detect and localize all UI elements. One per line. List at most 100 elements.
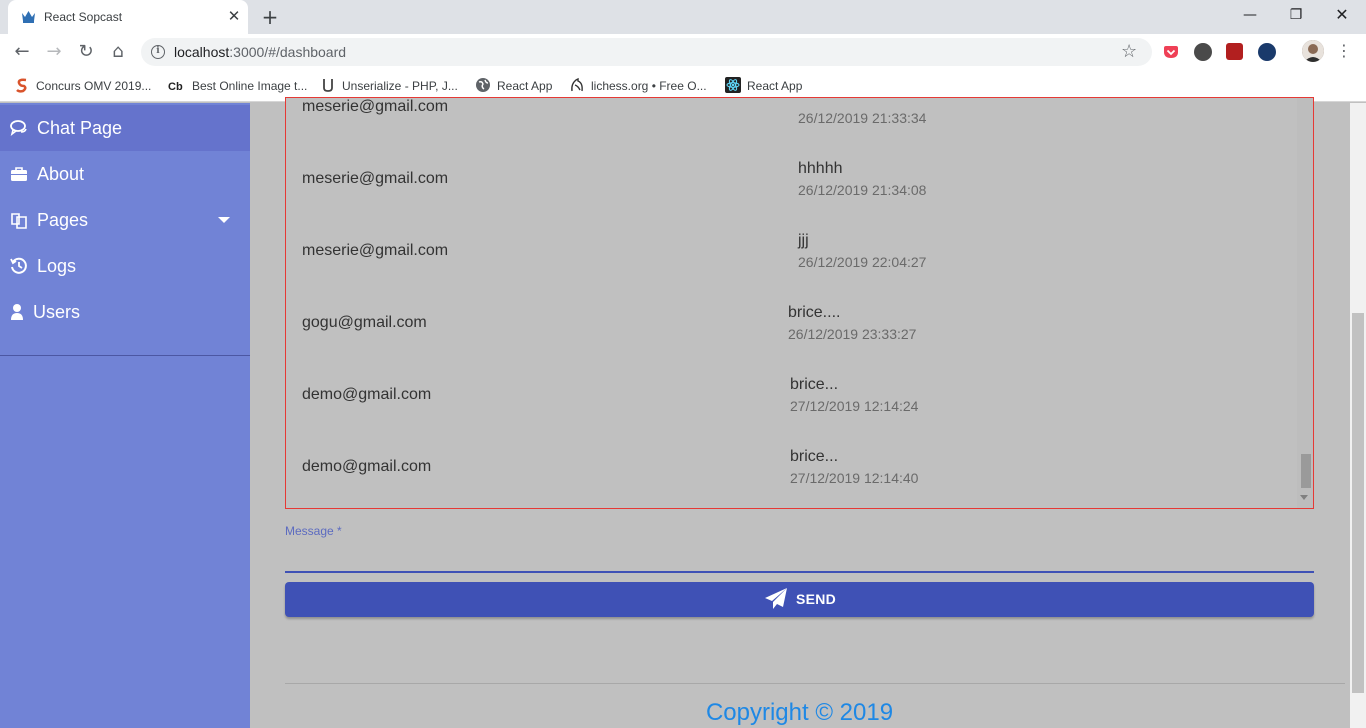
message-input[interactable] xyxy=(285,543,1314,573)
app-root: Chat Page About Pages Logs Users meserie… xyxy=(0,97,1366,728)
browser-tab[interactable]: React Sopcast ✕ xyxy=(8,0,248,34)
message-sender: meserie@gmail.com xyxy=(302,98,449,115)
message-sender: demo@gmail.com xyxy=(302,386,432,403)
message-field-label: Message * xyxy=(285,524,342,538)
sidebar-item-label: Pages xyxy=(37,210,89,230)
sidebar-item-chat-page[interactable]: Chat Page xyxy=(0,105,250,151)
s-logo-icon xyxy=(16,78,27,93)
message-text: brice... xyxy=(790,448,839,465)
message-timestamp: 27/12/2019 12:14:40 xyxy=(790,470,919,486)
url-text[interactable]: localhost:3000/#/dashboard xyxy=(174,44,346,60)
files-icon xyxy=(11,213,27,229)
sidebar-item-logs[interactable]: Logs xyxy=(0,243,250,289)
sidebar-divider xyxy=(0,355,250,356)
bookmark-label: lichess.org • Free O... xyxy=(591,79,707,93)
message-timestamp: 26/12/2019 23:33:27 xyxy=(788,326,917,342)
message-sender: demo@gmail.com xyxy=(302,458,432,475)
message-text: hhhhh xyxy=(798,160,843,177)
site-info-icon[interactable]: i xyxy=(151,45,165,59)
window-minimize-icon[interactable]: — xyxy=(1230,4,1270,26)
chat-icon xyxy=(10,120,27,136)
message-timestamp: 27/12/2019 12:14:24 xyxy=(790,398,919,414)
main-content: meserie@gmail.com 26/12/2019 21:33:34 me… xyxy=(250,97,1350,728)
darkreader-extension-icon[interactable] xyxy=(1194,43,1212,61)
paper-plane-icon xyxy=(765,588,787,609)
window-close-icon[interactable]: ✕ xyxy=(1322,4,1362,26)
send-button[interactable]: SEND xyxy=(285,582,1314,617)
caret-down-icon xyxy=(218,217,230,223)
profile-avatar[interactable] xyxy=(1302,40,1324,62)
message-sender: meserie@gmail.com xyxy=(302,170,449,187)
bookmark-lichess[interactable]: lichess.org • Free O... xyxy=(569,76,707,96)
bookmark-image-tools[interactable]: Cb Best Online Image t... xyxy=(168,76,307,96)
window-restore-icon[interactable]: ❐ xyxy=(1276,4,1316,26)
page-scroll-thumb[interactable] xyxy=(1352,313,1364,693)
message-text: jjj xyxy=(798,232,809,249)
footer-divider xyxy=(285,683,1345,684)
bookmark-label: Concurs OMV 2019... xyxy=(36,79,152,93)
message-timestamp: 26/12/2019 21:34:08 xyxy=(798,182,927,198)
bookmark-unserialize[interactable]: Unserialize - PHP, J... xyxy=(320,76,458,96)
history-icon xyxy=(10,257,27,274)
browser-tab-bar: React Sopcast ✕ + — ❐ ✕ xyxy=(0,0,1366,34)
crown-favicon-icon xyxy=(22,11,35,23)
back-arrow-icon[interactable]: ← xyxy=(10,40,34,64)
globe-icon xyxy=(476,78,490,92)
message-text: brice.... xyxy=(788,304,841,321)
bookmark-label: React App xyxy=(497,79,553,93)
bookmark-react-app-1[interactable]: React App xyxy=(475,76,552,96)
chat-message: gogu@gmail.com brice.... 26/12/2019 23:3… xyxy=(286,280,1296,352)
sidebar: Chat Page About Pages Logs Users xyxy=(0,103,250,728)
message-text: brice... xyxy=(790,376,839,393)
browser-toolbar: ← → ↻ ⌂ i localhost:3000/#/dashboard ☆ ⋮ xyxy=(0,34,1366,70)
message-timestamp: 26/12/2019 22:04:27 xyxy=(798,254,927,270)
bookmark-react-app-2[interactable]: React App xyxy=(725,76,802,96)
cb-logo-icon: Cb xyxy=(168,81,183,93)
message-list-scroll-thumb[interactable] xyxy=(1301,454,1311,488)
sidebar-item-users[interactable]: Users xyxy=(0,289,250,335)
bookmark-label: Unserialize - PHP, J... xyxy=(342,79,458,93)
profile-avatar-image xyxy=(1302,40,1324,62)
chat-message: demo@gmail.com brice... 27/12/2019 12:14… xyxy=(286,352,1296,424)
new-tab-icon[interactable]: + xyxy=(260,5,280,29)
chat-message: demo@gmail.com brice... 27/12/2019 12:14… xyxy=(286,424,1296,496)
sidebar-item-label: Users xyxy=(33,302,81,322)
chat-message: meserie@gmail.com 26/12/2019 21:33:34 xyxy=(286,98,1296,136)
briefcase-icon xyxy=(11,167,27,181)
react-logo-icon xyxy=(725,77,741,93)
message-list-scrollbar[interactable] xyxy=(1297,98,1313,508)
pocket-extension-icon[interactable] xyxy=(1162,43,1180,61)
browser-menu-icon[interactable]: ⋮ xyxy=(1336,39,1352,63)
reload-icon[interactable]: ↻ xyxy=(74,40,98,64)
sidebar-item-pages[interactable]: Pages xyxy=(0,197,250,243)
chat-message-list[interactable]: meserie@gmail.com 26/12/2019 21:33:34 me… xyxy=(285,97,1314,509)
forward-arrow-icon[interactable]: → xyxy=(42,40,66,64)
chat-message: meserie@gmail.com hhhhh 26/12/2019 21:34… xyxy=(286,136,1296,208)
url-path: :3000/#/dashboard xyxy=(229,44,347,60)
sidebar-item-label: About xyxy=(37,164,85,184)
bookmark-label: React App xyxy=(747,79,803,93)
user-icon xyxy=(11,304,23,320)
sidebar-item-about[interactable]: About xyxy=(0,151,250,197)
flash-extension-icon[interactable] xyxy=(1226,43,1243,60)
page-scrollbar[interactable] xyxy=(1350,103,1366,728)
message-sender: meserie@gmail.com xyxy=(302,242,449,259)
scroll-down-arrow-icon[interactable] xyxy=(1300,495,1308,500)
bookmark-label: Best Online Image t... xyxy=(192,79,308,93)
address-bar[interactable]: i localhost:3000/#/dashboard ☆ xyxy=(141,38,1152,66)
sidebar-item-label: Logs xyxy=(37,256,77,276)
u-logo-icon xyxy=(323,79,333,92)
home-icon[interactable]: ⌂ xyxy=(106,40,130,64)
lichess-knight-icon xyxy=(571,77,583,92)
tab-close-icon[interactable]: ✕ xyxy=(225,7,243,25)
chat-message: meserie@gmail.com jjj 26/12/2019 22:04:2… xyxy=(286,208,1296,280)
tab-title: React Sopcast xyxy=(44,10,123,24)
bookmark-concurs[interactable]: Concurs OMV 2019... xyxy=(14,76,151,96)
sidebar-item-label: Chat Page xyxy=(37,118,123,138)
copyright-text: Copyright © 2019 xyxy=(705,699,894,726)
message-timestamp: 26/12/2019 21:33:34 xyxy=(798,110,927,126)
bookmark-star-icon[interactable]: ☆ xyxy=(1121,41,1137,62)
url-host: localhost xyxy=(174,44,230,60)
e-extension-icon[interactable] xyxy=(1258,43,1276,61)
message-sender: gogu@gmail.com xyxy=(302,314,427,331)
